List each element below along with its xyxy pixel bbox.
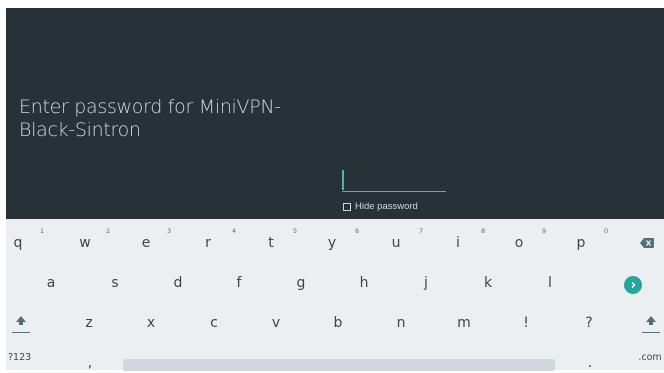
key-hint: 1 [40, 227, 45, 235]
dotcom-key[interactable]: .com [636, 347, 664, 367]
key-u[interactable]: u [384, 231, 408, 255]
key-hint: 8 [481, 227, 486, 235]
key-w[interactable]: w [73, 231, 97, 255]
key-label: q [13, 235, 23, 251]
key-backspace[interactable] [635, 231, 659, 255]
key-label: p [576, 235, 586, 251]
key-label: ?123 [8, 351, 32, 363]
shift-left-key[interactable] [12, 315, 30, 333]
key-e[interactable]: e [134, 231, 158, 255]
key-label: , [87, 355, 93, 371]
key-x[interactable]: x [139, 311, 163, 335]
key-o[interactable]: o [507, 231, 531, 255]
key-label: .com [638, 351, 662, 363]
key-k[interactable]: k [476, 271, 500, 295]
key-hint: 6 [355, 227, 360, 235]
shift-icon [646, 316, 656, 325]
key-label: m [457, 315, 471, 331]
key-label: g [296, 275, 306, 291]
key-r[interactable]: r [196, 231, 220, 255]
key-label: b [333, 315, 343, 331]
key-period[interactable]: . [580, 353, 600, 373]
go-button[interactable] [624, 276, 642, 294]
shift-right-key[interactable] [642, 315, 660, 333]
key-i[interactable]: i [446, 231, 470, 255]
key-label: t [268, 235, 274, 251]
backspace-icon [640, 238, 654, 248]
key-l[interactable]: l [538, 271, 562, 295]
key-label: i [456, 235, 460, 251]
key-label: f [236, 275, 242, 291]
key-label: ! [523, 315, 529, 331]
key-label: k [483, 275, 493, 291]
key-f[interactable]: f [227, 271, 251, 295]
go-arrow-icon [631, 282, 636, 288]
key-label: h [359, 275, 369, 291]
key-label: l [548, 275, 552, 291]
key-q[interactable]: q [6, 231, 30, 255]
shift-icon [16, 316, 26, 325]
key-v[interactable]: v [264, 311, 288, 335]
key-hint: 2 [106, 227, 111, 235]
key-h[interactable]: h [352, 271, 376, 295]
key-comma[interactable]: , [80, 353, 100, 373]
key-label: s [111, 275, 119, 291]
key-question[interactable]: ? [577, 311, 601, 335]
key-label: w [79, 235, 91, 251]
onscreen-keyboard: q 1 w 2 e 3 r 4 t 5 y 6 u 7 i 8 o 9 p 0 [6, 219, 664, 373]
key-z[interactable]: z [77, 311, 101, 335]
key-label: a [46, 275, 56, 291]
key-label: y [327, 235, 337, 251]
key-s[interactable]: s [103, 271, 127, 295]
symbols-key[interactable]: ?123 [8, 347, 38, 367]
key-label: ? [585, 315, 593, 331]
key-p[interactable]: p [569, 231, 593, 255]
key-label: d [173, 275, 183, 291]
screen: Enter password for MiniVPN- Black-Sintro… [6, 8, 664, 373]
key-label: . [587, 355, 593, 371]
key-d[interactable]: d [166, 271, 190, 295]
key-hint: 0 [604, 227, 609, 235]
password-input[interactable] [342, 168, 446, 192]
key-label: o [514, 235, 524, 251]
key-a[interactable]: a [39, 271, 63, 295]
password-prompt: Enter password for MiniVPN- Black-Sintro… [19, 96, 339, 142]
key-label: n [396, 315, 406, 331]
key-hint: 5 [293, 227, 298, 235]
key-n[interactable]: n [389, 311, 413, 335]
shift-underline [642, 331, 660, 333]
hide-password-checkbox[interactable]: Hide password [343, 200, 418, 213]
key-j[interactable]: j [414, 271, 438, 295]
prompt-line-1: Enter password for MiniVPN- [19, 96, 281, 118]
key-hint: 9 [542, 227, 547, 235]
key-label: e [141, 235, 151, 251]
key-label: j [424, 275, 428, 291]
password-dialog: Enter password for MiniVPN- Black-Sintro… [6, 8, 664, 219]
key-label: c [210, 315, 218, 331]
key-t[interactable]: t [259, 231, 283, 255]
hide-password-label: Hide password [355, 201, 418, 212]
key-label: u [391, 235, 401, 251]
key-b[interactable]: b [326, 311, 350, 335]
key-hint: 4 [232, 227, 237, 235]
space-bar[interactable] [123, 359, 555, 371]
text-cursor [342, 170, 344, 190]
key-label: r [205, 235, 211, 251]
key-label: z [85, 315, 93, 331]
checkbox-box[interactable] [343, 202, 351, 211]
key-m[interactable]: m [452, 311, 476, 335]
prompt-line-2: Black-Sintron [19, 119, 141, 141]
key-hint: 3 [167, 227, 172, 235]
key-label: x [146, 315, 156, 331]
key-exclamation[interactable]: ! [514, 311, 538, 335]
key-y[interactable]: y [320, 231, 344, 255]
key-g[interactable]: g [289, 271, 313, 295]
key-hint: 7 [419, 227, 424, 235]
key-label: v [271, 315, 281, 331]
key-c[interactable]: c [202, 311, 226, 335]
shift-underline [12, 331, 30, 333]
